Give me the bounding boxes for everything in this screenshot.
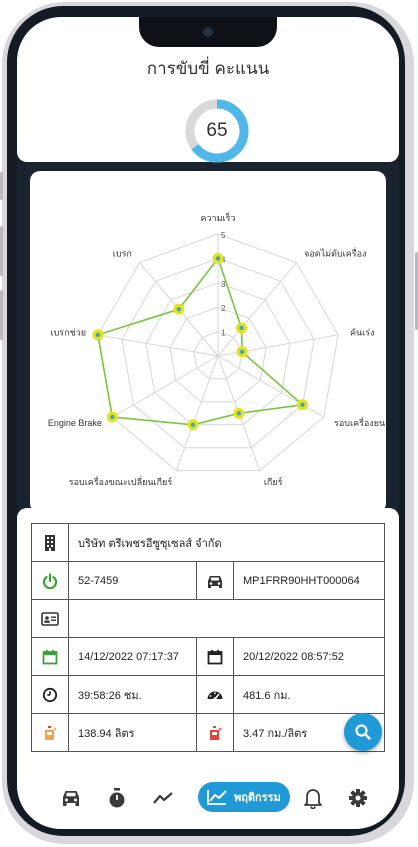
radar-point-center (215, 256, 221, 261)
notch (139, 17, 277, 47)
clock-icon (32, 676, 69, 713)
end-datetime: 20/12/2022 08:57:52 (243, 650, 344, 663)
radar-panel: 12345 ความเร็วจอดไม่ดับเครื่องคันเร่งรอบ… (30, 171, 391, 513)
nav-timer[interactable] (102, 783, 132, 813)
radar-axis-label: เบรกช่วย (51, 328, 87, 338)
radar-spoke (97, 334, 219, 357)
plate-number: 52-7459 (69, 562, 197, 599)
fuel-icon (32, 714, 69, 751)
nav-behavior-label: พฤติกรรม (234, 792, 281, 804)
search-button[interactable] (344, 713, 382, 751)
id-card-icon (32, 600, 69, 637)
silent-switch (0, 172, 3, 200)
search-icon (355, 724, 371, 740)
start-datetime: 14/12/2022 07:17:37 (69, 638, 197, 675)
radar-tick-label: 2 (221, 304, 226, 313)
power-icon (32, 562, 69, 599)
trend-icon (153, 792, 173, 804)
building-icon (32, 524, 69, 561)
radar-point-center (239, 325, 244, 331)
distance: 481.6 กม. (243, 689, 291, 702)
radar-spoke (112, 355, 219, 418)
radar-axis-label: จอดไม่ดับเครื่อง (304, 246, 366, 258)
radar-point-center (190, 422, 196, 427)
driver-card-value (69, 600, 384, 637)
nav-trend[interactable] (148, 783, 178, 813)
vin-number: MP1FRR90HHT000064 (243, 574, 360, 587)
car-icon (197, 562, 234, 599)
radar-tick-label: 1 (221, 329, 226, 338)
front-camera (203, 27, 213, 37)
behavior-icon (207, 790, 227, 805)
radar-spoke (217, 262, 297, 357)
vehicle-row: 52-7459 MP1FRR90HHT000064 (32, 562, 384, 600)
drive-duration: 39:58:26 ชม. (69, 676, 197, 713)
radar-chart: 12345 ความเร็วจอดไม่ดับเครื่องคันเร่งรอบ… (48, 211, 391, 487)
gear-icon (349, 789, 367, 807)
bottom-nav: พฤติกรรม (17, 769, 399, 829)
radar-point-center (110, 414, 115, 420)
radar-axis-label: รอบเครื่องขณะเปลี่ยนเกียร์ (69, 475, 173, 487)
duration-row: 39:58:26 ชม. 481.6 กม. (32, 676, 384, 714)
score-value: 65 (206, 120, 228, 141)
volume-down-button (0, 290, 3, 340)
stopwatch-icon (109, 788, 125, 808)
speedometer-icon (197, 676, 234, 713)
score-title: การขับขี่ คะแนน (146, 59, 270, 78)
nav-settings[interactable] (343, 783, 373, 813)
score-gauge: 65 (183, 97, 251, 165)
calendar-end-icon (197, 638, 234, 675)
radar-point-center (176, 307, 181, 312)
calendar-start-icon (32, 638, 69, 675)
radar-spoke (217, 334, 339, 357)
nav-behavior[interactable]: พฤติกรรม (198, 782, 290, 812)
radar-axis-label: เบรก (113, 248, 132, 258)
radar-point-center (300, 402, 305, 407)
radar-axis-label: รอบเครื่องยนต์ (334, 416, 386, 428)
radar-axis-label: คันเร่ง (350, 328, 374, 338)
radar-point-center (239, 349, 245, 354)
fuel-row: 138.94 ลิตร 3.47 กม./ลิตร (32, 714, 384, 751)
fuel-used: 138.94 ลิตร (69, 714, 197, 751)
app-screen: การขับขี่ คะแนน 65 12345 ความเร็วจอดไม่ด… (17, 17, 399, 829)
trip-info-table: บริษัท ตรีเพชรอีซูซุเซลส์ จำกัด 52-7459 … (31, 523, 385, 752)
radar-point-center (95, 332, 101, 338)
radar-axis-label: Engine Brake (48, 418, 102, 428)
datetime-row: 14/12/2022 07:17:37 20/12/2022 08:57:52 (32, 638, 384, 676)
nav-vehicle[interactable] (56, 783, 86, 813)
radar-axis-label: ความเร็ว (200, 211, 235, 223)
volume-up-button (0, 226, 3, 276)
radar-axis-label: เกียร์ (264, 476, 283, 487)
bell-icon (304, 789, 322, 809)
company-row: บริษัท ตรีเพชรอีซูซุเซลส์ จำกัด (32, 524, 384, 562)
company-name: บริษัท ตรีเพชรอีซูซุเซลส์ จำกัด (78, 537, 222, 550)
radar-point-center (236, 411, 242, 416)
nav-notifications[interactable] (298, 783, 328, 813)
radar-tick-label: 5 (221, 231, 226, 240)
radar-spoke (175, 355, 219, 471)
driver-card-row (32, 600, 384, 638)
car-icon (63, 791, 79, 806)
fuel-rate-icon (197, 714, 234, 751)
radar-spoke (217, 355, 324, 418)
